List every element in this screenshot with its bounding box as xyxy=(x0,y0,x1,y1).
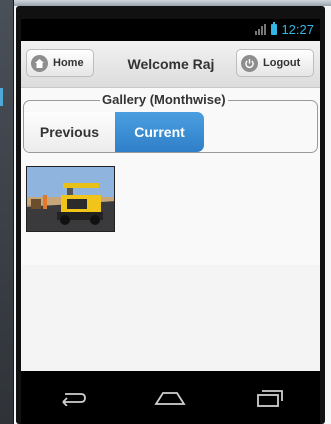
logout-button-label: Logout xyxy=(263,57,301,69)
3g-icon xyxy=(255,23,267,36)
status-right: 12:27 xyxy=(255,22,314,37)
recent-apps-icon[interactable] xyxy=(252,387,288,409)
gallery-thumbnail[interactable] xyxy=(26,166,115,232)
back-icon[interactable] xyxy=(53,387,89,409)
gallery-legend: Gallery (Monthwise) xyxy=(100,92,228,107)
power-icon xyxy=(241,54,258,72)
header-bar: Home Welcome Raj Logout xyxy=(21,41,320,88)
tab-previous[interactable]: Previous xyxy=(24,112,115,152)
logout-button[interactable]: Logout xyxy=(236,49,314,77)
content-lower-area xyxy=(21,265,320,371)
road-paver-image xyxy=(27,167,114,231)
app-screen: Home Welcome Raj Logout Gallery (Monthwi… xyxy=(21,41,320,371)
home-button-label: Home xyxy=(53,57,84,69)
home-button[interactable]: Home xyxy=(26,49,94,77)
left-accent xyxy=(0,88,3,106)
status-time: 12:27 xyxy=(281,22,314,37)
home-icon[interactable] xyxy=(152,387,188,409)
gallery-fieldset: Gallery (Monthwise) Previous Current xyxy=(23,92,318,153)
tab-current[interactable]: Current xyxy=(115,112,204,152)
page-title: Welcome Raj xyxy=(127,56,215,72)
android-nav-bar xyxy=(21,371,320,424)
status-bar: 12:27 xyxy=(21,19,320,41)
battery-icon xyxy=(271,22,278,35)
home-icon xyxy=(31,54,48,72)
left-panel xyxy=(0,0,14,424)
